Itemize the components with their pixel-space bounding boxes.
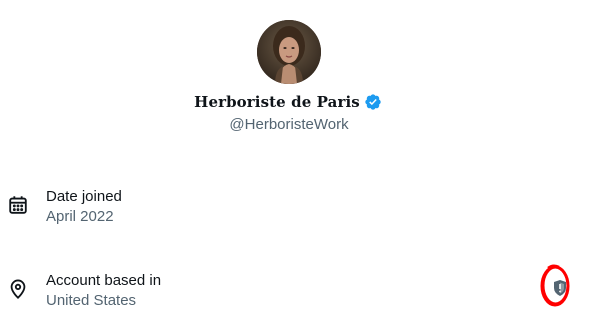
verified-badge-icon[interactable]	[364, 93, 382, 111]
shield-indicator[interactable]	[537, 263, 573, 309]
shield-icon	[554, 280, 566, 296]
handle: @HerboristeWork	[229, 116, 349, 133]
account-based-in-label: Account based in	[46, 272, 162, 289]
date-joined-row: Date joined April 2022	[0, 186, 589, 234]
date-joined-value: April 2022	[46, 208, 114, 225]
calendar-icon	[7, 194, 29, 216]
name-row: Herboriste de Paris	[0, 93, 576, 111]
account-based-in-value: United States	[46, 292, 137, 309]
avatar[interactable]	[257, 20, 321, 84]
display-name[interactable]: Herboriste de Paris	[194, 93, 360, 111]
date-joined-label: Date joined	[46, 188, 122, 205]
avatar-image	[257, 20, 321, 84]
location-pin-icon	[7, 278, 29, 300]
account-based-in-row: Account based in United States	[0, 270, 589, 318]
profile-header: Herboriste de Paris @HerboristeWork	[0, 0, 589, 140]
